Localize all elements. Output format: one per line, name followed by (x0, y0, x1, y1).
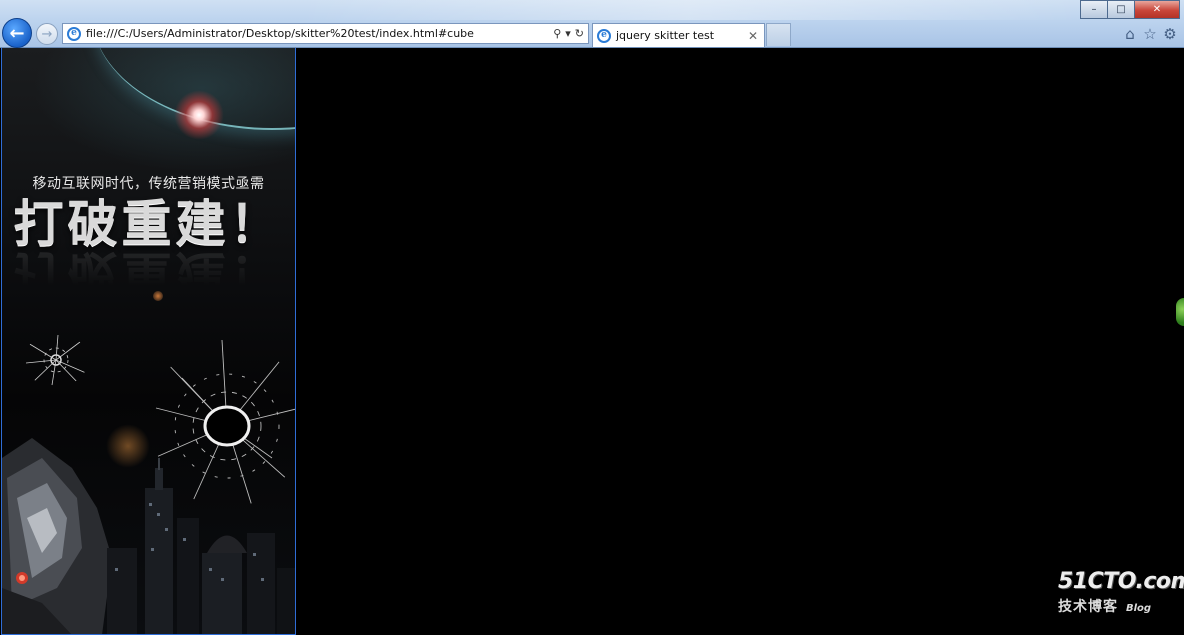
banner-headline-reflection: 打破重建！ (13, 245, 284, 303)
small-glass-crack (25, 334, 87, 386)
address-url[interactable]: file:///C:/Users/Administrator/Desktop/s… (86, 27, 549, 40)
tab-jquery-skitter-test[interactable]: e jquery skitter test ✕ (592, 23, 765, 47)
chevron-down-icon[interactable]: ▾ (565, 27, 571, 40)
forward-button[interactable]: → (36, 23, 58, 45)
address-tools: ⚲ ▾ ↻ (549, 27, 588, 40)
home-icon[interactable]: ⌂ (1120, 24, 1140, 44)
ie-page-icon: e (67, 26, 81, 41)
favorites-star-icon[interactable]: ☆ (1140, 24, 1160, 44)
glow-orb (153, 291, 163, 301)
lens-flare (174, 90, 224, 140)
forward-arrow-icon: → (41, 26, 53, 42)
page-viewport: 移动互联网时代，传统营销模式亟需 打破重建！ 打破重建！ 51CTO.com 技… (0, 48, 1184, 635)
minimize-button[interactable]: – (1080, 0, 1108, 19)
browser-window: – □ ✕ ← → e file:///C:/Users/Administrat… (0, 0, 1184, 635)
window-controls: – □ ✕ (1080, 0, 1180, 19)
watermark-site: 51CTO.com (1058, 569, 1184, 594)
command-bar: ⌂ ☆ ⚙ (1120, 24, 1180, 44)
slideshow-banner[interactable]: 移动互联网时代，传统营销模式亟需 打破重建！ 打破重建！ (1, 48, 296, 635)
watermark-blog: Blog (1126, 603, 1152, 614)
tab-page-icon: e (597, 28, 611, 43)
back-arrow-icon: ← (9, 22, 25, 44)
side-widget-icon[interactable] (1176, 298, 1184, 326)
gear-icon[interactable]: ⚙ (1160, 24, 1180, 44)
search-icon[interactable]: ⚲ (553, 27, 561, 40)
back-button[interactable]: ← (2, 18, 32, 48)
close-window-button[interactable]: ✕ (1135, 0, 1180, 19)
refresh-icon[interactable]: ↻ (575, 27, 584, 40)
tab-close-icon[interactable]: ✕ (748, 29, 758, 43)
new-tab-button[interactable] (766, 23, 791, 46)
city-skyline (107, 458, 295, 634)
browser-chrome: – □ ✕ ← → e file:///C:/Users/Administrat… (0, 0, 1184, 48)
watermark-bottom: 技术博客 Blog (1058, 596, 1170, 616)
maximize-button[interactable]: □ (1108, 0, 1135, 19)
tab-title: jquery skitter test (616, 29, 715, 42)
title-bar-area (300, 0, 1080, 20)
robot-illustration (2, 438, 112, 634)
banner-tagline: 移动互联网时代，传统营销模式亟需 (32, 176, 265, 192)
address-bar[interactable]: e file:///C:/Users/Administrator/Desktop… (62, 23, 589, 44)
watermark-subtitle: 技术博客 (1058, 599, 1118, 615)
blog-watermark: 51CTO.com 技术博客 Blog (1058, 569, 1184, 620)
